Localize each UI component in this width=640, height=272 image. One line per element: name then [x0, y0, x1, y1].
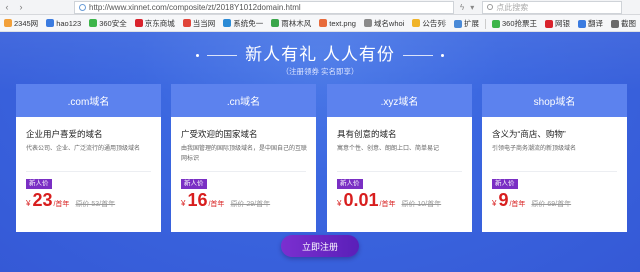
- card-description: 引领电子商务潮流的新顶级域名: [492, 146, 577, 152]
- original-price: 原价 29/首年: [230, 201, 271, 208]
- card-title: 含义为“商店、购物”: [492, 129, 566, 139]
- bookmark-icon: [412, 19, 421, 27]
- price-row: ¥ 0.01 /首年 原价 10/首年: [337, 190, 441, 211]
- bookmark-item[interactable]: 2345网: [0, 15, 42, 31]
- address-tools: ϟ ▾: [460, 3, 474, 12]
- price-unit: /首年: [509, 201, 526, 208]
- banner-subline: （注册领券 实名即享）: [281, 67, 359, 76]
- original-price: 原价 69/首年: [531, 201, 572, 208]
- card-description: 由我国管理的国际顶级域名，是中国自己的互联网标识: [181, 146, 308, 162]
- card-description: 代表公司、企业、广泛流行的通用顶级域名: [26, 146, 141, 152]
- domain-card-xyz[interactable]: .xyz域名 具有创意的域名 寓意个性、创意、朗朗上口、简单易记 新人价 ¥ 0…: [327, 84, 472, 232]
- bookmark-icon: [134, 19, 143, 27]
- url-text: http://www.xinnet.com/composite/zt/2018Y…: [89, 2, 301, 12]
- extensions-button[interactable]: 扩展: [450, 15, 483, 31]
- new-user-price-tag: 新人价: [492, 179, 518, 189]
- currency-symbol: ¥: [181, 199, 186, 208]
- bookmark-item[interactable]: 京东商城: [131, 15, 179, 31]
- card-domain-name: .xyz域名: [327, 84, 472, 117]
- bookmark-item[interactable]: 当当网: [179, 15, 220, 31]
- decor-line: [207, 55, 238, 57]
- bookmark-item[interactable]: 雨林木风: [267, 15, 315, 31]
- divider: [492, 171, 617, 172]
- back-icon[interactable]: ‹: [0, 0, 14, 14]
- original-price: 原价 53/首年: [75, 201, 116, 208]
- dropdown-icon[interactable]: ▾: [470, 3, 474, 12]
- bookmark-item[interactable]: 系统免一: [219, 15, 267, 31]
- translate-button[interactable]: 翻译: [574, 15, 607, 31]
- currency-symbol: ¥: [492, 199, 497, 208]
- extensions-icon: [453, 19, 462, 28]
- bookmark-icon: [223, 19, 232, 27]
- bookmarks-right-tools: 扩展 360抢票王 网银 翻译 截图: [445, 15, 640, 31]
- screenshot-button[interactable]: 截图: [607, 15, 640, 31]
- card-domain-name: shop域名: [482, 84, 627, 117]
- bookmark-icon: [4, 19, 12, 27]
- price-amount: 0.01: [343, 190, 379, 210]
- search-placeholder: 点此搜索: [496, 2, 529, 12]
- ticket-grab-button[interactable]: 360抢票王: [488, 15, 541, 31]
- bookmark-icon: [271, 19, 280, 27]
- search-input[interactable]: 点此搜索: [482, 0, 623, 14]
- decor-dot: [440, 54, 444, 58]
- price-row: ¥ 23 /首年 原价 53/首年: [26, 190, 115, 211]
- url-field[interactable]: http://www.xinnet.com/composite/zt/2018Y…: [74, 0, 454, 14]
- search-icon: [487, 4, 494, 10]
- domain-card-com[interactable]: .com域名 企业用户喜爱的域名 代表公司、企业、广泛流行的通用顶级域名 新人价…: [16, 84, 161, 232]
- bookmark-icon: [319, 19, 328, 27]
- new-user-price-tag: 新人价: [337, 179, 363, 189]
- currency-symbol: ¥: [26, 199, 31, 208]
- domain-card-cn[interactable]: .cn域名 广受欢迎的国家域名 由我国管理的国际顶级域名，是中国自己的互联网标识…: [171, 84, 316, 232]
- bookmark-icon: [89, 19, 98, 27]
- card-title: 企业用户喜爱的域名: [26, 129, 103, 139]
- online-banking-button[interactable]: 网银: [541, 15, 574, 31]
- bookmark-icon: [182, 19, 191, 27]
- divider: [337, 171, 462, 172]
- address-bar: ‹ › http://www.xinnet.com/composite/zt/2…: [0, 0, 640, 15]
- domain-card-shop[interactable]: shop域名 含义为“商店、购物” 引领电子商务潮流的新顶级域名 新人价 ¥ 9…: [482, 84, 627, 232]
- headline-text: 新人有礼 人人有份: [245, 45, 395, 64]
- divider: [484, 18, 486, 29]
- card-description: 寓意个性、创意、朗朗上口、简单易记: [337, 146, 440, 152]
- bookmark-item[interactable]: 360安全: [85, 15, 131, 31]
- card-title: 广受欢迎的国家域名: [181, 129, 258, 139]
- price-unit: /首年: [379, 201, 396, 208]
- bookmark-icon: [46, 19, 55, 27]
- price-amount: 9: [498, 190, 509, 210]
- bookmark-item[interactable]: 域名whoi: [360, 15, 408, 31]
- price-unit: /首年: [53, 201, 70, 208]
- banner-headline: 新人有礼 人人有份: [0, 40, 640, 65]
- price-amount: 16: [187, 190, 208, 210]
- globe-icon: [79, 3, 86, 11]
- currency-symbol: ¥: [337, 199, 342, 208]
- divider: [26, 171, 151, 172]
- register-button[interactable]: 立即注册: [281, 235, 359, 257]
- bank-icon: [545, 19, 553, 28]
- new-user-price-tag: 新人价: [181, 179, 207, 189]
- translate-icon: [578, 19, 586, 28]
- bookmark-icon: [363, 19, 372, 27]
- scissors-icon: [611, 19, 619, 28]
- bookmarks-bar: 2345网 hao123 360安全 京东商城 当当网 系统免一 雨林木风 te…: [0, 15, 640, 32]
- price-amount: 23: [32, 190, 53, 210]
- lightning-icon[interactable]: ϟ: [460, 3, 464, 12]
- card-title: 具有创意的域名: [337, 129, 397, 139]
- decor-line: [402, 55, 433, 57]
- new-user-price-tag: 新人价: [26, 179, 52, 189]
- promo-banner: 新人有礼 人人有份 （注册领券 实名即享） .com域名 企业用户喜爱的域名 代…: [0, 32, 640, 272]
- bookmark-item[interactable]: hao123: [42, 15, 85, 31]
- price-unit: /首年: [208, 201, 225, 208]
- price-row: ¥ 9 /首年 原价 69/首年: [492, 190, 571, 211]
- ticket-icon: [491, 19, 500, 28]
- forward-icon[interactable]: ›: [14, 0, 28, 14]
- bookmark-item[interactable]: text.png: [315, 15, 360, 31]
- card-domain-name: .com域名: [16, 84, 161, 117]
- price-row: ¥ 16 /首年 原价 29/首年: [181, 190, 270, 211]
- decor-dot: [196, 54, 200, 58]
- card-domain-name: .cn域名: [171, 84, 316, 117]
- divider: [181, 171, 306, 172]
- original-price: 原价 10/首年: [401, 201, 442, 208]
